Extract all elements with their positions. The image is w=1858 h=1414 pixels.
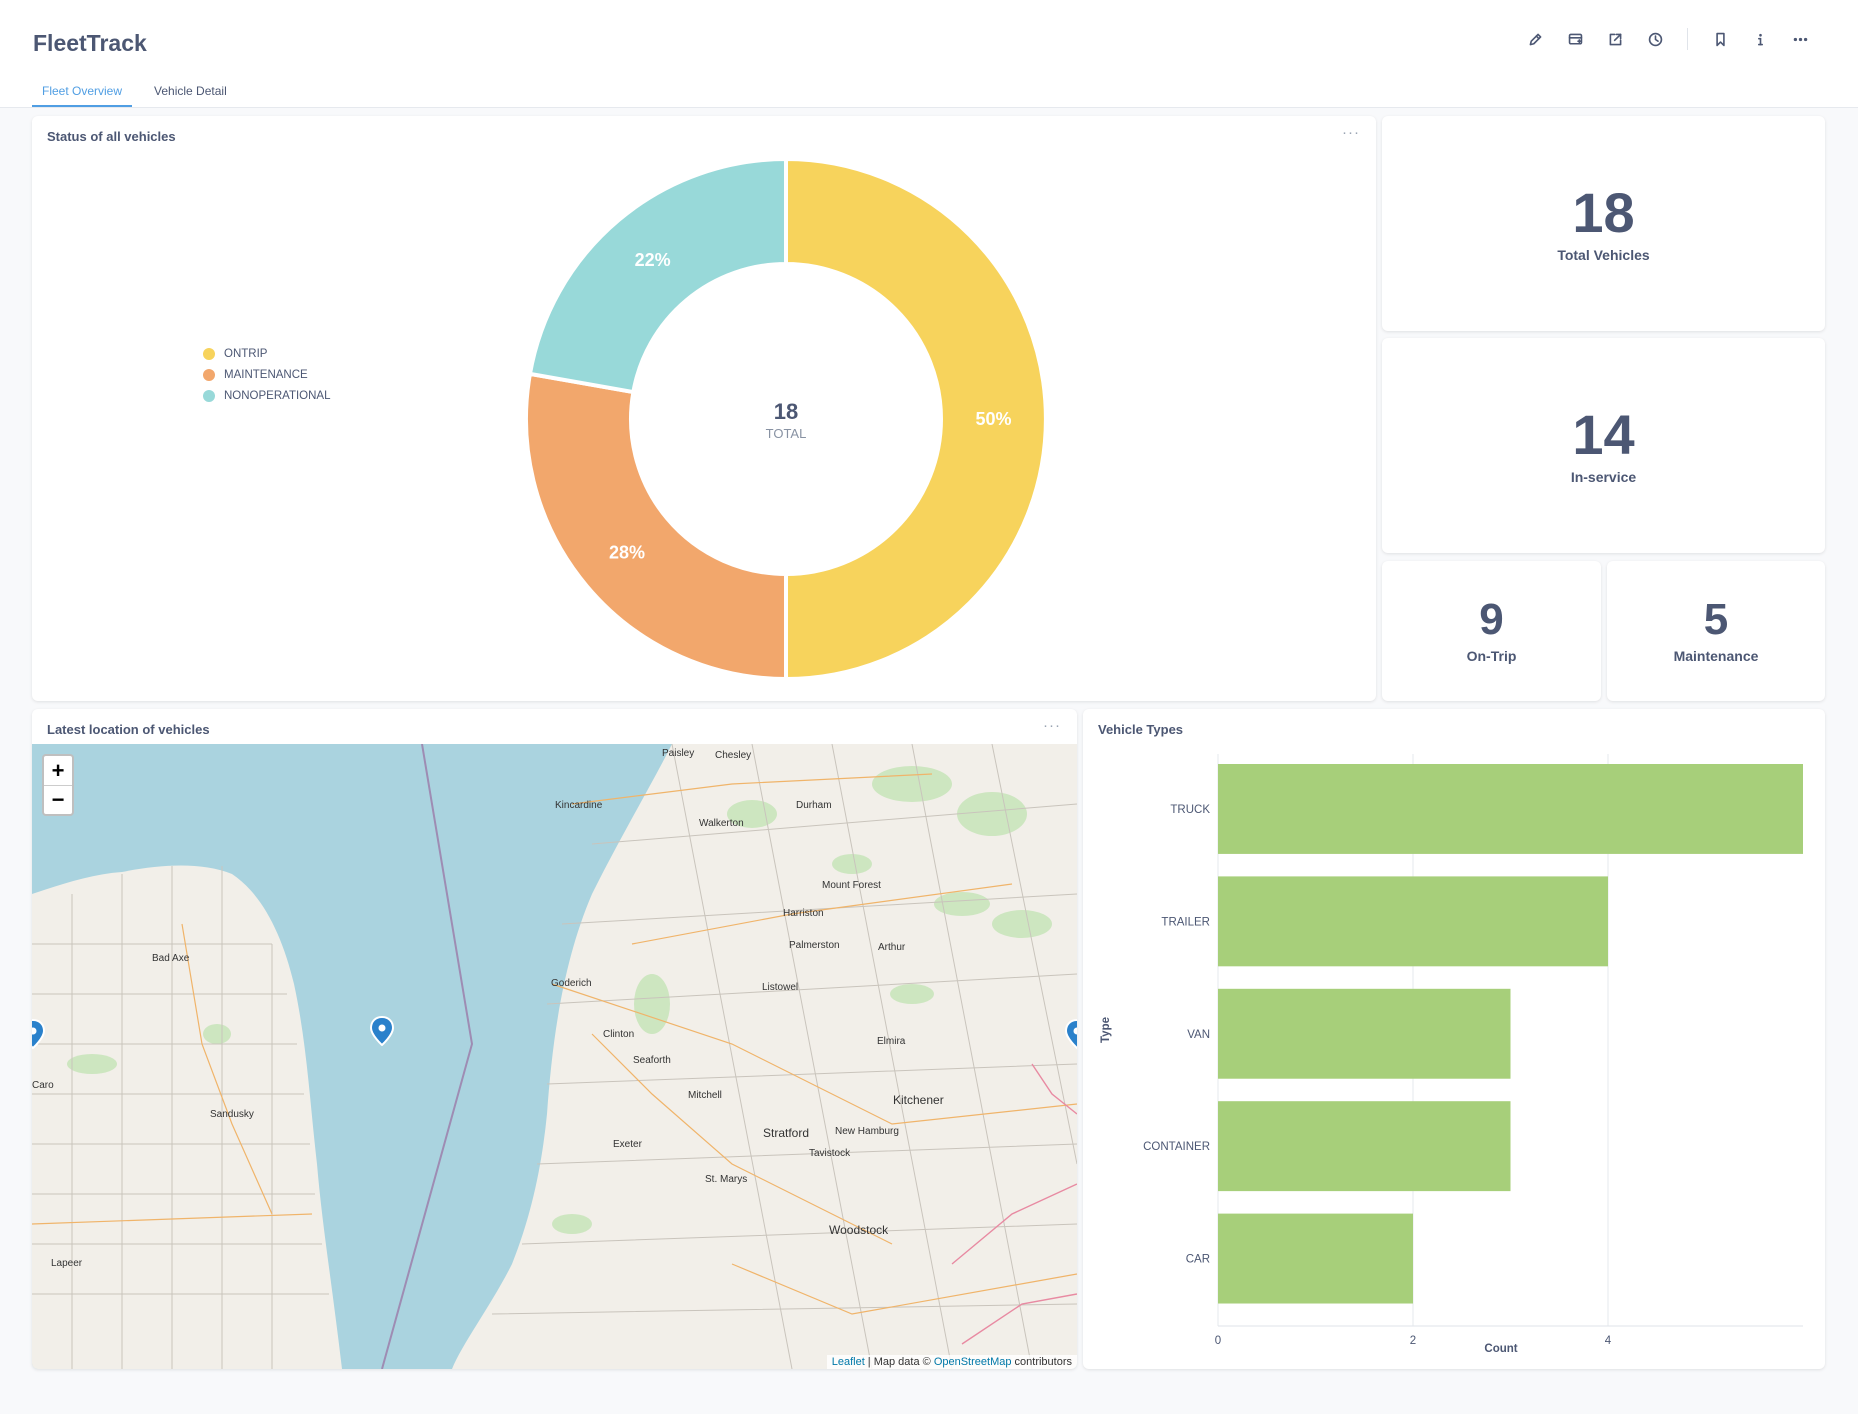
x-tick-label: 4 <box>1605 1335 1612 1347</box>
donut-slice-label: 28% <box>609 542 645 562</box>
map-attribution: Leaflet | Map data © OpenStreetMap contr… <box>826 1355 1077 1369</box>
map-place-label: Exeter <box>613 1139 643 1150</box>
map-place-label: Kincardine <box>555 800 603 811</box>
map-place-label: Goderich <box>551 978 592 989</box>
x-tick-label: 2 <box>1410 1335 1416 1347</box>
donut-slice-maintenance[interactable] <box>524 371 788 682</box>
status-donut-chart: 50% 28% 22% 18 TOTAL <box>524 156 1048 682</box>
y-tick-label: TRAILER <box>1161 916 1210 928</box>
tab-fleet-overview[interactable]: Fleet Overview <box>32 80 133 107</box>
kpi-value: 18 <box>1572 180 1635 244</box>
map-tiles: Paisley Chesley Kincardine Durham Walkerton M… <box>32 743 1077 1369</box>
map-place-label: Clinton <box>603 1029 634 1040</box>
map-place-label: Bad Axe <box>152 953 190 964</box>
vehicle-location-map[interactable]: Paisley Chesley Kincardine Durham Walkerton M… <box>32 743 1077 1369</box>
bar-truck[interactable] <box>1218 764 1803 854</box>
map-place-label: Woodstock <box>829 1223 889 1237</box>
kpi-label: Maintenance <box>1673 648 1759 664</box>
dashboard-tabs: Fleet Overview Vehicle Detail <box>32 80 249 107</box>
vehicle-marker[interactable] <box>1064 1019 1077 1049</box>
map-place-label: Kitchener <box>893 1093 944 1107</box>
bar-van[interactable] <box>1218 988 1511 1079</box>
dashboard-header: FleetTrack Fleet Overview Vehicle Detail <box>0 0 1858 108</box>
vehicle-marker[interactable] <box>32 1019 46 1049</box>
map-place-label: Walkerton <box>699 818 744 829</box>
map-place-label: Lapeer <box>51 1258 83 1269</box>
kpi-total-vehicles[interactable]: 18 Total Vehicles <box>1382 116 1825 331</box>
donut-total-label: TOTAL <box>766 426 807 441</box>
y-tick-label: VAN <box>1187 1029 1210 1041</box>
map-place-label: Caro <box>32 1080 54 1091</box>
y-tick-label: CAR <box>1186 1254 1210 1266</box>
kpi-value: 5 <box>1703 595 1729 644</box>
subscribe-icon[interactable] <box>1555 28 1595 50</box>
kpi-value: 9 <box>1479 595 1504 644</box>
map-place-label: Listowel <box>762 982 798 993</box>
zoom-out-button[interactable]: − <box>44 785 72 814</box>
leaflet-link[interactable]: Leaflet <box>832 1356 865 1368</box>
bookmark-icon[interactable] <box>1700 28 1740 50</box>
donut-slice-nonoperational[interactable] <box>527 156 788 395</box>
kpi-in-service[interactable]: 14 In-service <box>1382 338 1825 553</box>
map-place-label: Harriston <box>783 908 824 919</box>
map-place-label: Elmira <box>877 1036 906 1047</box>
donut-slice-label: 50% <box>975 409 1011 429</box>
map-place-label: Arthur <box>878 942 906 953</box>
map-place-label: Chesley <box>715 750 751 761</box>
map-place-label: Tavistock <box>809 1148 851 1159</box>
kpi-label: On-Trip <box>1466 648 1517 664</box>
history-icon[interactable] <box>1635 28 1675 50</box>
donut-total-value: 18 <box>774 399 798 424</box>
kpi-label: Total Vehicles <box>1557 246 1650 263</box>
map-place-label: Sandusky <box>210 1109 254 1120</box>
x-tick-label: 0 <box>1215 1335 1221 1347</box>
kpi-label: In-service <box>1570 468 1637 485</box>
map-card-menu-button[interactable]: ··· <box>1043 717 1061 734</box>
map-zoom-control: + − <box>42 754 74 816</box>
donut-slice-label: 22% <box>635 250 671 270</box>
map-card-title: Latest location of vehicles <box>47 722 210 737</box>
map-place-label: Stratford <box>763 1126 809 1140</box>
map-place-label: Palmerston <box>789 940 840 951</box>
tab-vehicle-detail[interactable]: Vehicle Detail <box>144 80 237 107</box>
header-actions <box>1515 28 1820 50</box>
attribution-text: | Map data © <box>864 1356 934 1368</box>
kpi-maintenance[interactable]: 5 Maintenance <box>1607 561 1825 701</box>
vehicle-types-card: Vehicle Types TRUCK TRAILER VAN CONTAINER CA… <box>1083 709 1825 1369</box>
bar-container[interactable] <box>1218 1101 1511 1192</box>
x-axis-title: Count <box>1484 1343 1517 1355</box>
map-place-label: New Hamburg <box>835 1126 899 1137</box>
map-place-label: Mount Forest <box>822 880 881 891</box>
bar-trailer[interactable] <box>1218 876 1608 967</box>
header-divider <box>1687 28 1688 50</box>
map-place-label: Seaforth <box>633 1055 671 1066</box>
map-card: Latest location of vehicles ··· Paisley … <box>32 709 1077 1369</box>
y-tick-label: CONTAINER <box>1143 1141 1210 1153</box>
map-place-label: Mitchell <box>688 1090 722 1101</box>
map-place-label: St. Marys <box>705 1174 747 1185</box>
zoom-in-button[interactable]: + <box>44 756 72 785</box>
vehicle-types-bar-chart: TRUCK TRAILER VAN CONTAINER CAR 0 2 4 Count Ty… <box>1100 754 1803 1355</box>
page-title: FleetTrack <box>33 30 147 56</box>
kpi-value: 14 <box>1572 402 1635 466</box>
status-card: Status of all vehicles ··· ONTRIP MAINTE… <box>32 116 1376 701</box>
edit-icon[interactable] <box>1515 28 1555 50</box>
info-icon[interactable] <box>1740 28 1780 50</box>
vehicle-marker[interactable] <box>369 1016 395 1046</box>
attribution-text: contributors <box>1011 1356 1072 1368</box>
y-axis-title: Type <box>1100 1017 1112 1043</box>
bar-car[interactable] <box>1218 1213 1413 1304</box>
map-place-label: Durham <box>796 800 832 811</box>
share-icon[interactable] <box>1595 28 1635 50</box>
osm-link[interactable]: OpenStreetMap <box>934 1356 1012 1368</box>
map-place-label: Paisley <box>662 748 694 759</box>
y-tick-label: TRUCK <box>1170 804 1210 816</box>
more-icon[interactable] <box>1780 28 1820 50</box>
kpi-on-trip[interactable]: 9 On-Trip <box>1382 561 1601 701</box>
